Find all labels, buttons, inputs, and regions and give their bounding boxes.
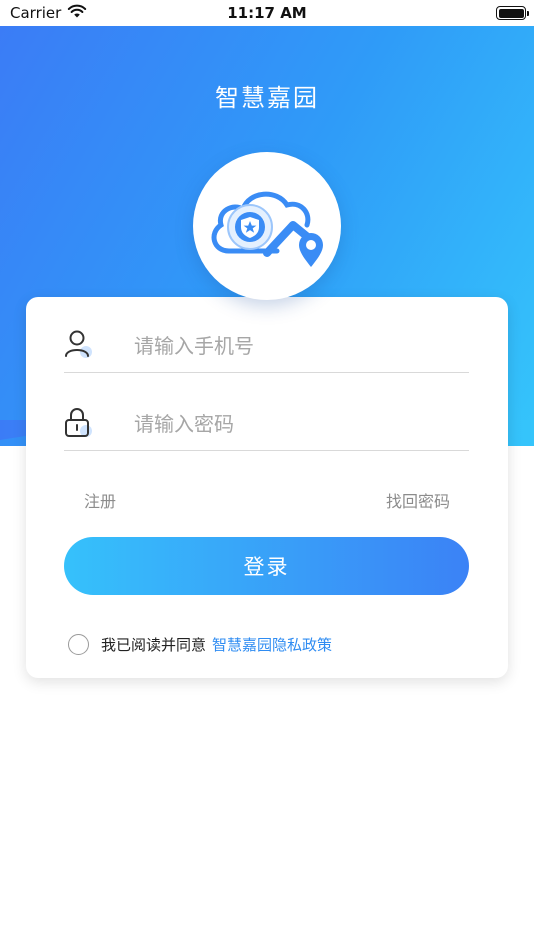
app-title: 智慧嘉园	[215, 84, 319, 112]
status-bar: Carrier 11:17 AM	[0, 0, 534, 26]
carrier-label: Carrier	[10, 4, 62, 22]
lock-icon	[64, 406, 94, 438]
battery-icon	[496, 6, 529, 20]
privacy-policy-link[interactable]: 智慧嘉园隐私政策	[212, 634, 332, 655]
register-link[interactable]: 注册	[84, 488, 116, 512]
password-field-row	[64, 375, 469, 451]
user-icon	[64, 328, 94, 360]
phone-input[interactable]	[134, 328, 454, 364]
auth-links-row: 注册 找回密码	[84, 488, 450, 512]
phone-field-row	[64, 297, 469, 373]
login-card: 注册 找回密码 登录 我已阅读并同意 智慧嘉园隐私政策	[26, 297, 508, 678]
wifi-icon	[67, 4, 87, 23]
app-logo	[193, 152, 341, 300]
cloud-shield-house-location-icon	[211, 191, 323, 267]
forgot-password-link[interactable]: 找回密码	[386, 488, 450, 512]
status-left: Carrier	[10, 4, 87, 23]
agreement-checkbox[interactable]	[68, 633, 89, 655]
password-input[interactable]	[134, 406, 454, 442]
agreement-row: 我已阅读并同意 智慧嘉园隐私政策	[68, 633, 332, 655]
agreement-text: 我已阅读并同意	[101, 635, 207, 654]
login-button[interactable]: 登录	[64, 537, 469, 595]
